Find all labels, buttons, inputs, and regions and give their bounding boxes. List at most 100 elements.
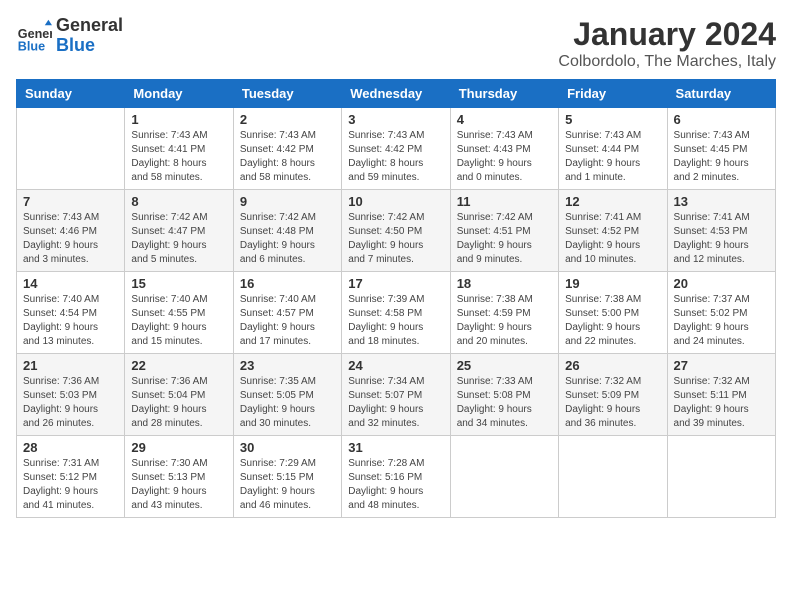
day-number: 8 [131, 194, 226, 209]
day-number: 25 [457, 358, 552, 373]
day-info: Sunrise: 7:32 AM Sunset: 5:11 PM Dayligh… [674, 375, 769, 431]
day-number: 20 [674, 276, 769, 291]
logo-blue: Blue [56, 36, 123, 56]
calendar-cell: 16 Sunrise: 7:40 AM Sunset: 4:57 PM Dayli… [233, 272, 341, 354]
col-header-thursday: Thursday [450, 80, 558, 108]
day-number: 23 [240, 358, 335, 373]
day-info: Sunrise: 7:40 AM Sunset: 4:54 PM Dayligh… [23, 293, 118, 349]
calendar-cell: 9Sunrise: 7:42 AM Sunset: 4:48 PM Daylig… [233, 190, 341, 272]
day-number: 5 [565, 112, 660, 127]
calendar-cell: 17 Sunrise: 7:39 AM Sunset: 4:58 PM Dayli… [342, 272, 450, 354]
day-number: 19 [565, 276, 660, 291]
calendar-header-row: SundayMondayTuesdayWednesdayThursdayFrid… [17, 80, 776, 108]
day-number: 17 [348, 276, 443, 291]
day-info: Sunrise: 7:37 AM Sunset: 5:02 PM Dayligh… [674, 293, 769, 349]
day-number: 12 [565, 194, 660, 209]
day-info: Sunrise: 7:35 AM Sunset: 5:05 PM Dayligh… [240, 375, 335, 431]
day-number: 15 [131, 276, 226, 291]
week-row-3: 14Sunrise: 7:40 AM Sunset: 4:54 PM Dayli… [17, 272, 776, 354]
day-info: Sunrise: 7:39 AM Sunset: 4:58 PM Dayligh… [348, 293, 443, 349]
day-number: 21 [23, 358, 118, 373]
col-header-saturday: Saturday [667, 80, 775, 108]
day-number: 30 [240, 440, 335, 455]
calendar-cell [450, 436, 558, 518]
week-row-2: 7Sunrise: 7:43 AM Sunset: 4:46 PM Daylig… [17, 190, 776, 272]
week-row-4: 21 Sunrise: 7:36 AM Sunset: 5:03 PM Dayli… [17, 354, 776, 436]
page-header: General Blue General Blue January 2024 C… [16, 16, 776, 71]
calendar-cell: 10Sunrise: 7:42 AM Sunset: 4:50 PM Dayli… [342, 190, 450, 272]
calendar-cell: 13Sunrise: 7:41 AM Sunset: 4:53 PM Dayli… [667, 190, 775, 272]
calendar-cell: 12 Sunrise: 7:41 AM Sunset: 4:52 PM Dayli… [559, 190, 667, 272]
day-number: 16 [240, 276, 335, 291]
calendar-cell: 11 Sunrise: 7:42 AM Sunset: 4:51 PM Dayli… [450, 190, 558, 272]
day-info: Sunrise: 7:33 AM Sunset: 5:08 PM Dayligh… [457, 375, 552, 431]
logo-icon: General Blue [16, 18, 52, 54]
title-block: January 2024 Colbordolo, The Marches, It… [558, 16, 776, 71]
calendar-cell: 3 Sunrise: 7:43 AM Sunset: 4:42 PM Daylig… [342, 108, 450, 190]
calendar-cell: 2 Sunrise: 7:43 AM Sunset: 4:42 PM Daylig… [233, 108, 341, 190]
day-number: 18 [457, 276, 552, 291]
calendar-cell: 6 Sunrise: 7:43 AM Sunset: 4:45 PM Daylig… [667, 108, 775, 190]
day-info: Sunrise: 7:34 AM Sunset: 5:07 PM Dayligh… [348, 375, 443, 431]
day-info: Sunrise: 7:36 AM Sunset: 5:03 PM Dayligh… [23, 375, 118, 431]
calendar-cell: 30 Sunrise: 7:29 AM Sunset: 5:15 PM Dayli… [233, 436, 341, 518]
calendar-cell: 22 Sunrise: 7:36 AM Sunset: 5:04 PM Dayli… [125, 354, 233, 436]
day-info: Sunrise: 7:42 AM Sunset: 4:48 PM Dayligh… [240, 211, 335, 267]
day-number: 26 [565, 358, 660, 373]
day-number: 1 [131, 112, 226, 127]
day-info: Sunrise: 7:40 AM Sunset: 4:57 PM Dayligh… [240, 293, 335, 349]
day-number: 27 [674, 358, 769, 373]
day-number: 24 [348, 358, 443, 373]
calendar-cell: 24 Sunrise: 7:34 AM Sunset: 5:07 PM Dayli… [342, 354, 450, 436]
day-info: Sunrise: 7:41 AM Sunset: 4:53 PM Dayligh… [674, 211, 769, 267]
day-info: Sunrise: 7:42 AM Sunset: 4:51 PM Dayligh… [457, 211, 552, 267]
day-number: 6 [674, 112, 769, 127]
day-info: Sunrise: 7:28 AM Sunset: 5:16 PM Dayligh… [348, 457, 443, 513]
location-title: Colbordolo, The Marches, Italy [558, 53, 776, 71]
day-number: 29 [131, 440, 226, 455]
week-row-5: 28 Sunrise: 7:31 AM Sunset: 5:12 PM Dayli… [17, 436, 776, 518]
calendar-cell: 7Sunrise: 7:43 AM Sunset: 4:46 PM Daylig… [17, 190, 125, 272]
day-info: Sunrise: 7:38 AM Sunset: 4:59 PM Dayligh… [457, 293, 552, 349]
calendar-cell: 20 Sunrise: 7:37 AM Sunset: 5:02 PM Dayli… [667, 272, 775, 354]
calendar-table: SundayMondayTuesdayWednesdayThursdayFrid… [16, 79, 776, 518]
day-info: Sunrise: 7:43 AM Sunset: 4:41 PM Dayligh… [131, 129, 226, 185]
day-info: Sunrise: 7:29 AM Sunset: 5:15 PM Dayligh… [240, 457, 335, 513]
day-info: Sunrise: 7:43 AM Sunset: 4:43 PM Dayligh… [457, 129, 552, 185]
svg-text:Blue: Blue [18, 39, 45, 53]
day-info: Sunrise: 7:31 AM Sunset: 5:12 PM Dayligh… [23, 457, 118, 513]
day-number: 4 [457, 112, 552, 127]
day-info: Sunrise: 7:43 AM Sunset: 4:42 PM Dayligh… [348, 129, 443, 185]
day-info: Sunrise: 7:43 AM Sunset: 4:46 PM Dayligh… [23, 211, 118, 267]
calendar-cell: 21 Sunrise: 7:36 AM Sunset: 5:03 PM Dayli… [17, 354, 125, 436]
week-row-1: 1 Sunrise: 7:43 AM Sunset: 4:41 PM Daylig… [17, 108, 776, 190]
calendar-cell [17, 108, 125, 190]
col-header-wednesday: Wednesday [342, 80, 450, 108]
logo: General Blue General Blue [16, 16, 123, 56]
col-header-friday: Friday [559, 80, 667, 108]
calendar-cell: 23 Sunrise: 7:35 AM Sunset: 5:05 PM Dayli… [233, 354, 341, 436]
calendar-cell: 4 Sunrise: 7:43 AM Sunset: 4:43 PM Daylig… [450, 108, 558, 190]
calendar-cell: 15Sunrise: 7:40 AM Sunset: 4:55 PM Dayli… [125, 272, 233, 354]
day-number: 28 [23, 440, 118, 455]
day-number: 11 [457, 194, 552, 209]
day-info: Sunrise: 7:38 AM Sunset: 5:00 PM Dayligh… [565, 293, 660, 349]
col-header-monday: Monday [125, 80, 233, 108]
day-number: 10 [348, 194, 443, 209]
month-title: January 2024 [558, 16, 776, 53]
day-info: Sunrise: 7:43 AM Sunset: 4:44 PM Dayligh… [565, 129, 660, 185]
day-number: 22 [131, 358, 226, 373]
day-number: 2 [240, 112, 335, 127]
calendar-cell: 26Sunrise: 7:32 AM Sunset: 5:09 PM Dayli… [559, 354, 667, 436]
day-number: 3 [348, 112, 443, 127]
calendar-cell: 19 Sunrise: 7:38 AM Sunset: 5:00 PM Dayli… [559, 272, 667, 354]
calendar-cell: 31Sunrise: 7:28 AM Sunset: 5:16 PM Dayli… [342, 436, 450, 518]
day-info: Sunrise: 7:43 AM Sunset: 4:45 PM Dayligh… [674, 129, 769, 185]
day-info: Sunrise: 7:36 AM Sunset: 5:04 PM Dayligh… [131, 375, 226, 431]
day-info: Sunrise: 7:42 AM Sunset: 4:47 PM Dayligh… [131, 211, 226, 267]
day-info: Sunrise: 7:41 AM Sunset: 4:52 PM Dayligh… [565, 211, 660, 267]
day-info: Sunrise: 7:43 AM Sunset: 4:42 PM Dayligh… [240, 129, 335, 185]
calendar-cell: 27 Sunrise: 7:32 AM Sunset: 5:11 PM Dayli… [667, 354, 775, 436]
calendar-cell: 14Sunrise: 7:40 AM Sunset: 4:54 PM Dayli… [17, 272, 125, 354]
calendar-cell: 29Sunrise: 7:30 AM Sunset: 5:13 PM Dayli… [125, 436, 233, 518]
